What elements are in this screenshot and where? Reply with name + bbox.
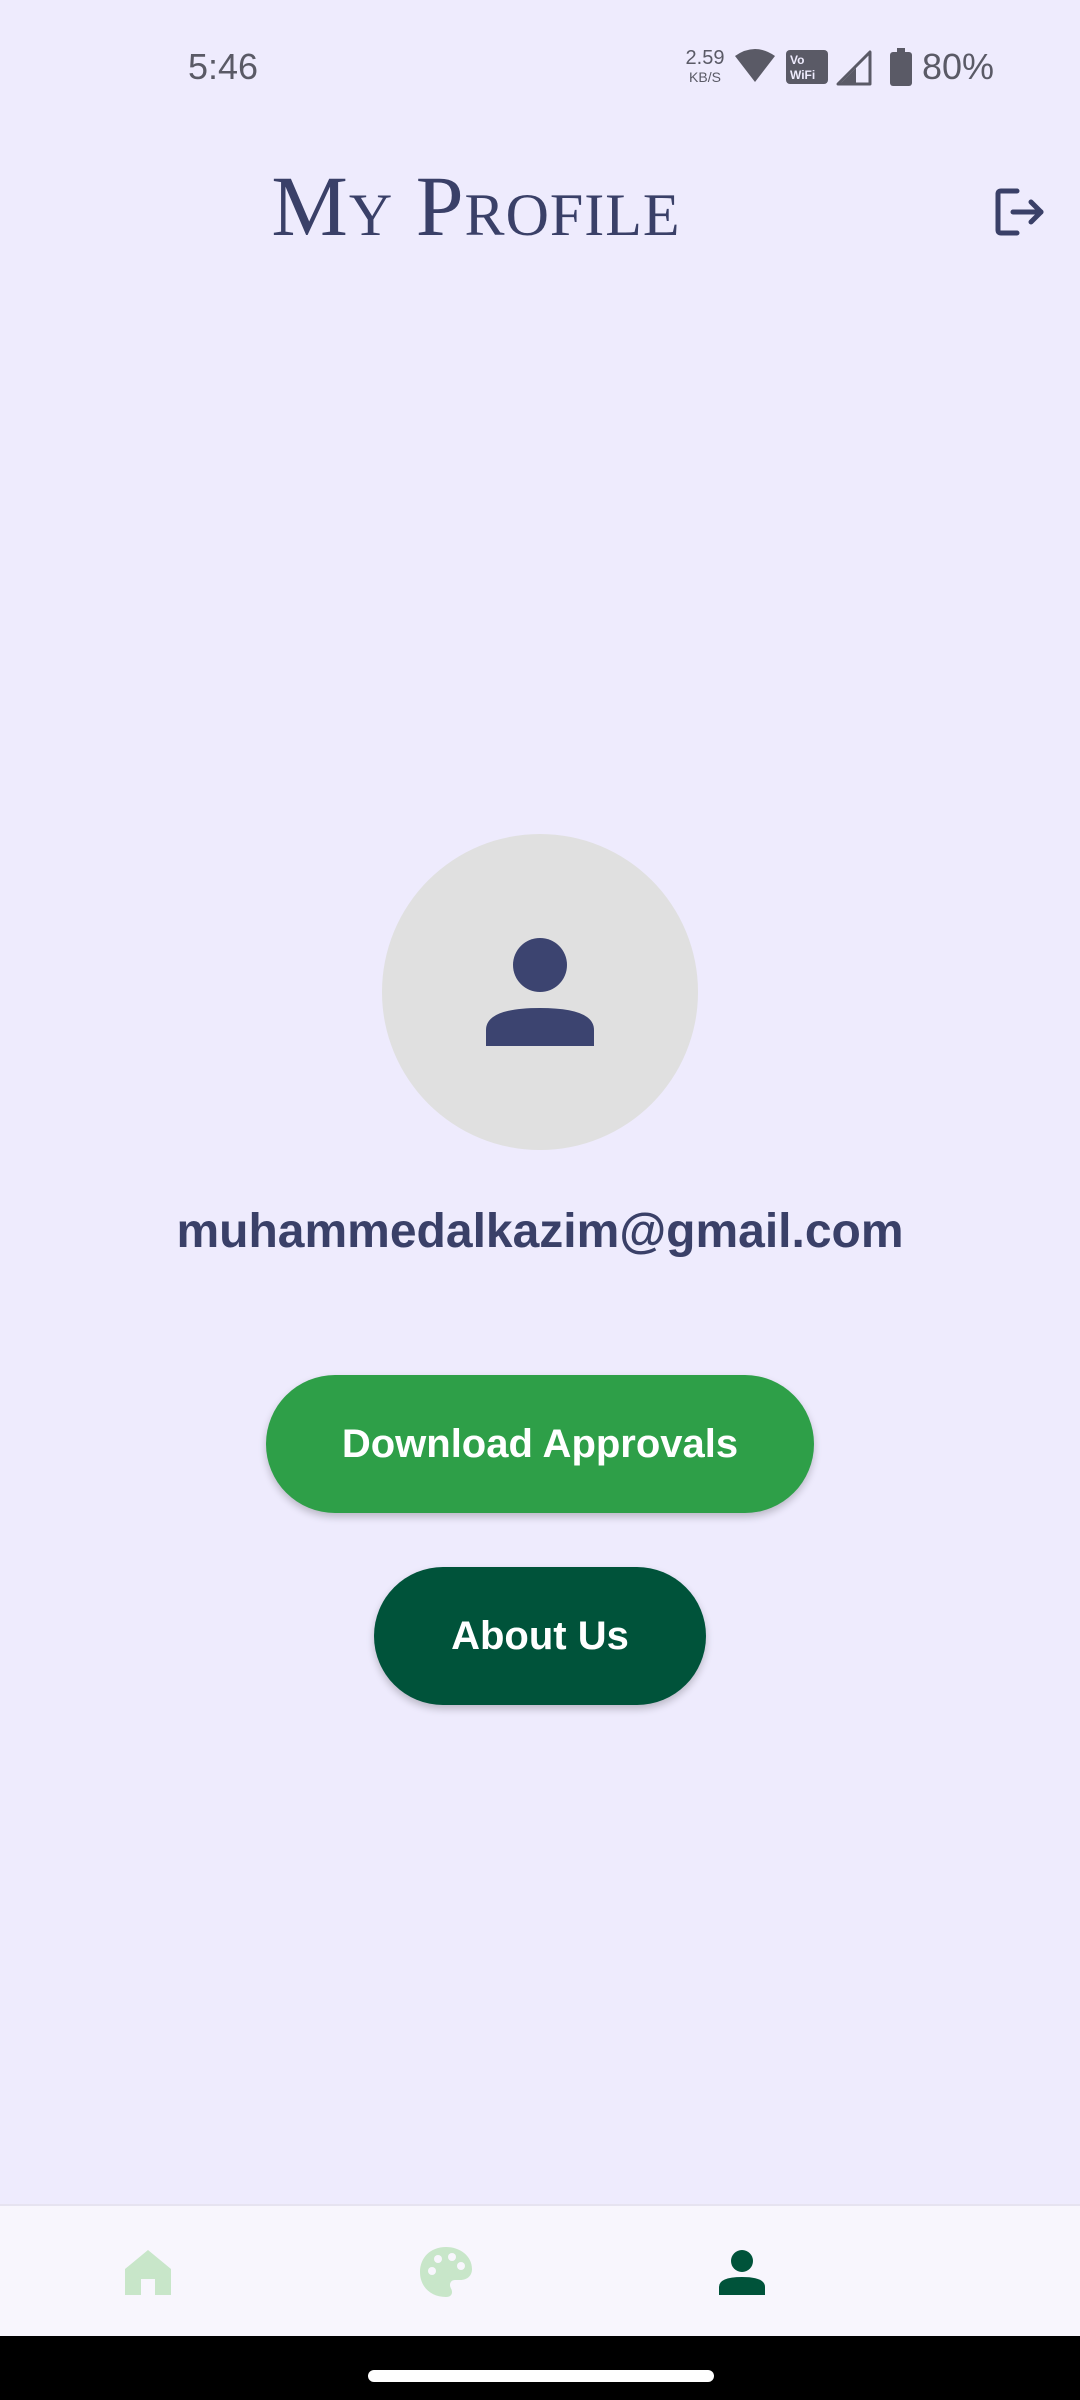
network-speed-value: 2.59: [685, 47, 725, 69]
vowifi-label-bottom: WiFi: [790, 68, 815, 82]
vowifi-label-top: Vo: [790, 53, 804, 67]
network-speed: 2.59 KB/S: [680, 48, 730, 84]
about-us-button[interactable]: About Us: [374, 1567, 706, 1705]
person-icon: [486, 938, 594, 1046]
person-icon: [719, 2250, 765, 2295]
bottom-nav: [0, 2204, 1080, 2338]
user-email: muhammedalkazim@gmail.com: [176, 1205, 904, 1258]
battery-level: 80%: [922, 46, 995, 87]
avatar: [382, 834, 698, 1150]
palette-icon: [420, 2247, 472, 2297]
logout-button[interactable]: [980, 172, 1060, 252]
nav-item-home[interactable]: [68, 2206, 228, 2338]
logout-icon: [995, 188, 1044, 236]
signal-icon: [836, 50, 872, 91]
battery-icon: [890, 48, 912, 91]
gesture-navigation-area: [0, 2336, 1080, 2400]
page-title: My Profile: [271, 158, 681, 254]
status-time: 5:46: [188, 46, 259, 87]
network-speed-unit: KB/S: [689, 69, 721, 85]
wifi-icon: [734, 48, 776, 89]
status-bar: 5:46 2.59 KB/S Vo WiFi 80%: [0, 0, 1080, 134]
gesture-handle[interactable]: [368, 2370, 714, 2382]
download-approvals-button[interactable]: Download Approvals: [266, 1375, 814, 1513]
nav-item-gallery[interactable]: [366, 2206, 526, 2338]
vowifi-icon: Vo WiFi: [786, 50, 828, 89]
nav-item-profile[interactable]: [662, 2206, 822, 2338]
home-icon: [125, 2250, 171, 2295]
